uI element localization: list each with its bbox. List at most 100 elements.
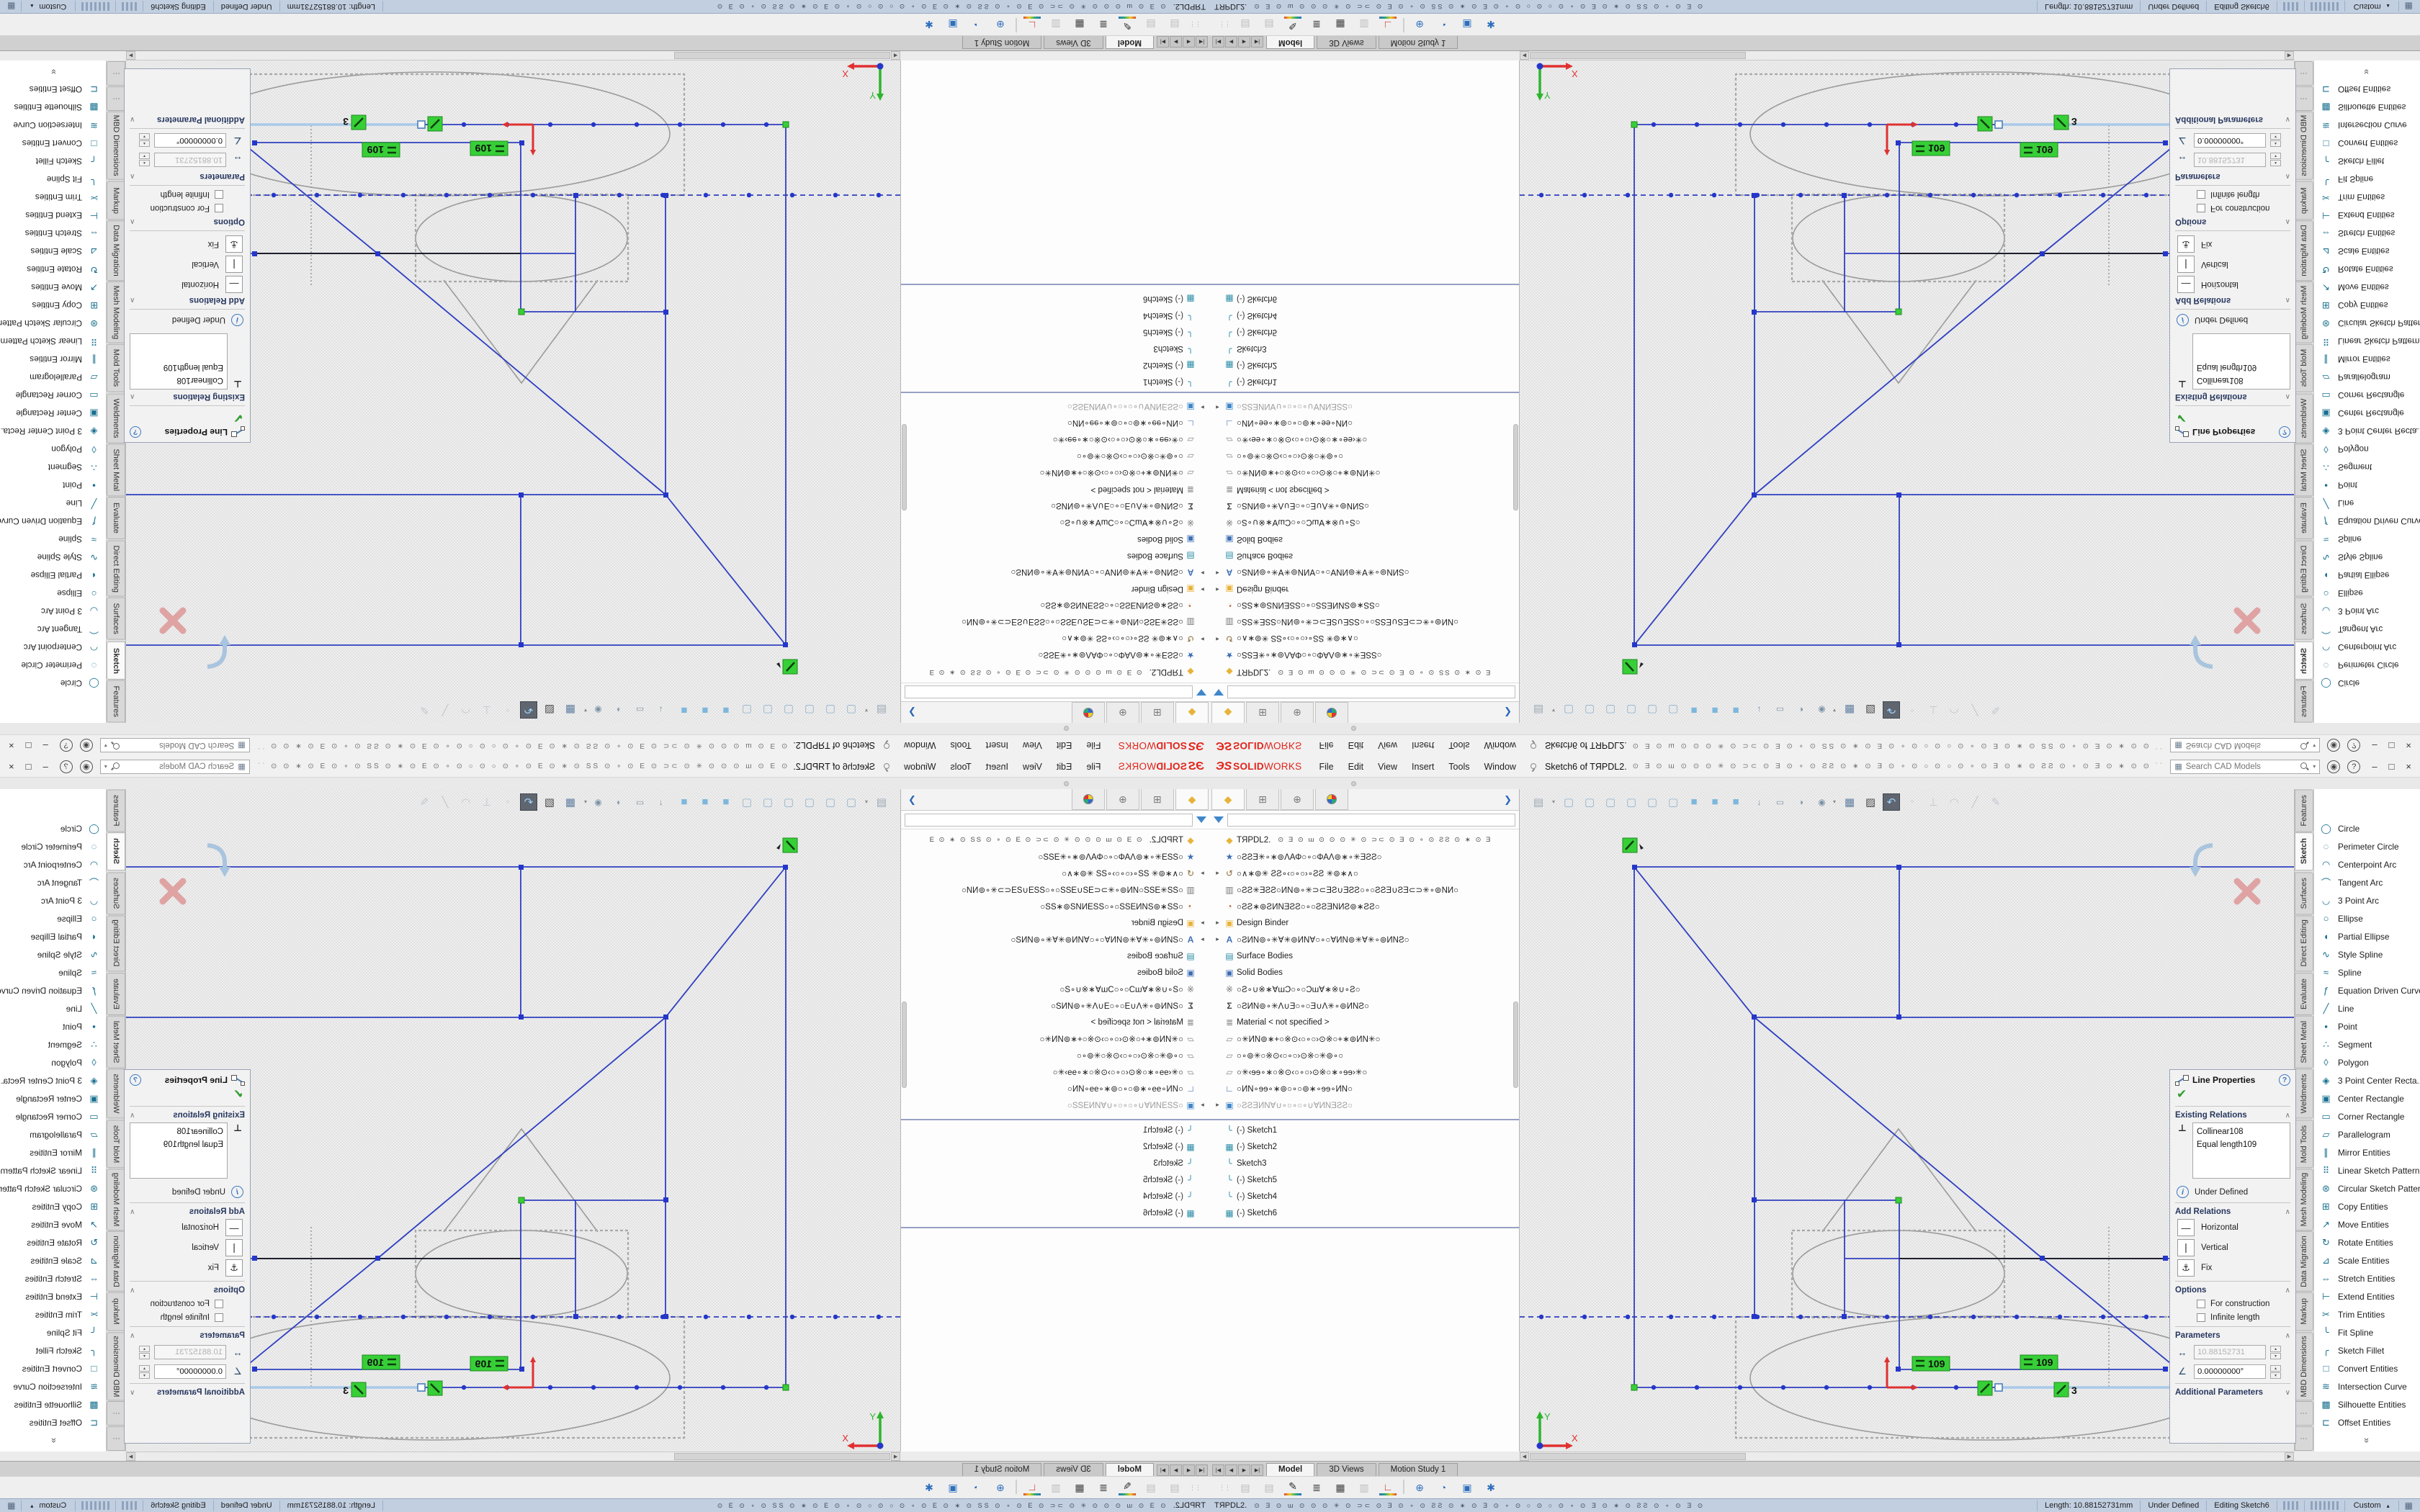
toolbar-grip[interactable]: ⋮⋮ [1219, 1484, 1230, 1492]
tree-row[interactable]: Σ○ƧИΝ⊚∘✳Λ∪Ǝ○∘○Ǝ∪Λ✳∘⊚ИΝƧ○ [1210, 498, 1519, 515]
tree-row[interactable]: ╰(-)Sketch4 [1210, 307, 1519, 324]
expand-icon[interactable]: ∨ [2285, 116, 2290, 124]
view-toolbar-icon-dd[interactable]: ▾ [1832, 793, 1837, 811]
add-relation-horizontal[interactable]: —Horizontal [2177, 1219, 2290, 1236]
mm-icon-dim[interactable]: ▤ [1237, 1480, 1254, 1495]
search-dropdown-icon[interactable]: ▾ [2313, 742, 2316, 749]
search-dropdown-icon[interactable]: ▾ [2313, 763, 2316, 770]
tool-item-fit-spline[interactable]: ╰Fit Spline [2314, 1323, 2420, 1341]
tree-scrollbar[interactable] [902, 424, 907, 510]
tool-item-equation-driven-curve[interactable]: ƒEquation Driven Curve [0, 981, 106, 999]
menu-edit[interactable]: Edit [1049, 741, 1080, 751]
tab-nav-arrow[interactable]: ◀ [1183, 1464, 1195, 1476]
option-infinite-length[interactable]: Infinite length [2197, 190, 2290, 199]
spinner-down-icon[interactable]: ▾ [139, 1353, 150, 1359]
commandmanager-tab-direct-editing[interactable]: Direct Editing [107, 915, 125, 971]
view-toolbar-icon-cube[interactable]: ■ [676, 702, 693, 719]
commandmanager-tab--[interactable]: ⋮ [107, 1426, 125, 1451]
relations-listbox[interactable]: Collinear108 Equal length109 [2192, 333, 2290, 390]
minimize-button[interactable]: – [2372, 740, 2377, 751]
tool-item-silhouette-entities[interactable]: ▩Silhouette Entities [2314, 99, 2420, 117]
collapse-icon[interactable]: ∧ [130, 1112, 135, 1120]
mm-icon-pen[interactable]: ✎ [1119, 17, 1136, 32]
tool-item-partial-ellipse[interactable]: ◖Partial Ellipse [0, 927, 106, 945]
tool-item-equation-driven-curve[interactable]: ƒEquation Driven Curve [2314, 981, 2420, 999]
parameters-header[interactable]: Parameters∧ [130, 1331, 245, 1340]
tool-item-scale-entities[interactable]: ⊿Scale Entities [0, 1251, 106, 1269]
tool-item-style-spline[interactable]: ∿Style Spline [2314, 549, 2420, 567]
tool-item-centerpoint-arc[interactable]: ◠Centerpoint Arc [0, 639, 106, 657]
scroll-right-arrow[interactable]: ▶ [126, 51, 135, 60]
tool-item-corner-rectangle[interactable]: ▭Corner Rectangle [2314, 1107, 2420, 1125]
add-relation-horizontal[interactable]: —Horizontal [130, 1219, 243, 1236]
tree-row[interactable]: ▸↺○∧∗⊚✳ ƧƧ∘‹○∘○›∘ƧƧ ✳⊚∗∧○ [1210, 631, 1519, 647]
tree-row[interactable]: ★○ƧƧƎ✳∘∗⊚ΛΑΦ○∘○ΦΑΛ⊚∗∘✳ƎƧƧ○ [1210, 647, 1519, 664]
menu-view[interactable]: View [1371, 762, 1404, 772]
tool-item-offset-entities[interactable]: ⊏Offset Entities [2314, 81, 2420, 99]
more-tools-chevron[interactable]: » [0, 1431, 106, 1447]
view-toolbar-icon-wire[interactable]: ▢ [822, 702, 839, 719]
tab-propertymanager[interactable]: ⊞ [1141, 702, 1174, 723]
view-toolbar-icon-ghost[interactable]: ◦ [499, 793, 516, 811]
collapse-icon[interactable]: ∧ [130, 1287, 135, 1295]
tab-dimxpert[interactable] [1315, 789, 1348, 810]
parameters-header[interactable]: Parameters∧ [2175, 172, 2290, 181]
tool-item-stretch-entities[interactable]: ⇔Stretch Entities [2314, 225, 2420, 243]
rollback-bar[interactable] [1210, 392, 1519, 397]
confirmation-corner[interactable] [163, 611, 230, 667]
tree-row[interactable]: ▥○ƧƧ✳ƎƧƧ○ИΝ⊚∘✳⊃⊂ƎƧ∪ƎƧƧ○∘○ƧƧƎ∪ƧƎ⊂⊃✳∘⊚ΝИ○ [1210, 614, 1519, 631]
mm-icon-sep[interactable] [1016, 18, 1017, 32]
collapse-icon[interactable]: ∧ [130, 173, 135, 181]
option-for-construction[interactable]: For construction [130, 1300, 223, 1308]
tree-row[interactable]: Σ○ƧИΝ⊚∘✳Λ∪Ǝ○∘○Ǝ∪Λ✳∘⊚ИΝƧ○ [901, 997, 1210, 1014]
tab-featuremanager[interactable]: ◆ [1175, 789, 1209, 810]
mm-icon-blue[interactable]: ✱ [920, 17, 938, 32]
tool-item-segment[interactable]: ∴Segment [0, 1035, 106, 1053]
view-toolbar-icon-ghost[interactable]: ╱ [1966, 702, 1984, 719]
commandmanager-tab-surfaces[interactable]: Surfaces [2295, 872, 2313, 914]
relation-badges[interactable]: 109 109 3 [1623, 115, 2077, 674]
tool-item-segment[interactable]: ∴Segment [2314, 1035, 2420, 1053]
expand-icon[interactable]: ∨ [130, 1389, 135, 1397]
parameter-input[interactable]: 10.88152731 [154, 153, 226, 167]
status-custom-dropdown[interactable]: Custom▴ [2344, 1, 2398, 12]
menu-view[interactable]: View [1016, 762, 1049, 772]
mm-icon-dim[interactable]: ▤ [1142, 1480, 1160, 1495]
tree-flyout-arrow[interactable]: ❯ [1504, 702, 1519, 723]
commandmanager-tab-data-migration[interactable]: Data Migration [107, 1231, 125, 1292]
tool-item-offset-entities[interactable]: ⊏Offset Entities [0, 1413, 106, 1431]
spinner-up-icon[interactable]: ▴ [139, 141, 150, 148]
tool-item-spline[interactable]: ≈Spline [2314, 531, 2420, 549]
tool-item-circle[interactable]: ◯Circle [0, 675, 106, 693]
view-toolbar-icon-zebra[interactable]: ▨ [1862, 793, 1879, 811]
tool-item-point[interactable]: ▪Point [0, 1017, 106, 1035]
rollback-bar[interactable] [901, 392, 1210, 397]
tree-row[interactable]: ★○ƧƧƎ✳∘∗⊚ΛΑΦ○∘○ΦΑΛ⊚∗∘✳ƎƧƧ○ [1210, 848, 1519, 865]
spinner-down-icon[interactable]: ▾ [2270, 1353, 2281, 1359]
tool-item-silhouette-entities[interactable]: ▩Silhouette Entities [0, 99, 106, 117]
view-toolbar-icon-dd[interactable]: ▾ [864, 793, 869, 811]
horizontal-scrollbar[interactable]: ◀ ▶ [126, 1452, 900, 1461]
tree-row[interactable]: ╰(-)Sketch4 [1210, 1188, 1519, 1205]
tab-configurationmanager[interactable]: ⊕ [1281, 789, 1314, 810]
tab-nav-arrow[interactable]: ◀ [1225, 1464, 1237, 1476]
tree-row[interactable]: Σ○ƧИΝ⊚∘✳Λ∪Ǝ○∘○Ǝ∪Λ✳∘⊚ИΝƧ○ [1210, 997, 1519, 1014]
commandmanager-tab--[interactable]: ⋮ [107, 61, 125, 86]
search-dropdown-icon[interactable]: ▾ [104, 763, 107, 770]
doc-tab-3d-views[interactable]: 3D Views [1317, 36, 1376, 49]
tool-item-mirror-entities[interactable]: ∥Mirror Entities [0, 1143, 106, 1161]
pin-icon[interactable] [882, 762, 892, 772]
quick-access-toolbar[interactable]: ⊙ Ǝ ⊙ ɯ ⊙ ⊙ ⊙ ✳ ⊙ ⊃⊂ ⊙ Ǝ ⊙ ∘ ⊙ ƧƧ ⊙ ∗ ⊙ … [1633, 742, 2165, 750]
scroll-right-arrow[interactable]: ▶ [2285, 1452, 2294, 1461]
commandmanager-tab-evaluate[interactable]: Evaluate [107, 973, 125, 1015]
view-toolbar-icon-tool[interactable]: ▭ [1769, 701, 1786, 719]
add-relation-fix[interactable]: ⚓Fix [130, 1259, 243, 1277]
tool-item-stretch-entities[interactable]: ⇔Stretch Entities [0, 225, 106, 243]
existing-relations-header[interactable]: Existing Relations∧ [130, 392, 245, 401]
tool-item-circular-sketch-pattern[interactable]: ⊛Circular Sketch Pattern [2314, 1179, 2420, 1197]
tool-item-3-point-arc[interactable]: ◡3 Point Arc [2314, 603, 2420, 621]
tree-row[interactable]: ▱○∘⊚✳○※⊙‹○∘○›⊙※○✳⊚∘○ [1210, 1047, 1519, 1063]
spinner-up-icon[interactable]: ▴ [139, 1346, 150, 1352]
tool-item-centerpoint-arc[interactable]: ◠Centerpoint Arc [0, 855, 106, 873]
collapse-icon[interactable]: ∧ [2285, 1112, 2290, 1120]
